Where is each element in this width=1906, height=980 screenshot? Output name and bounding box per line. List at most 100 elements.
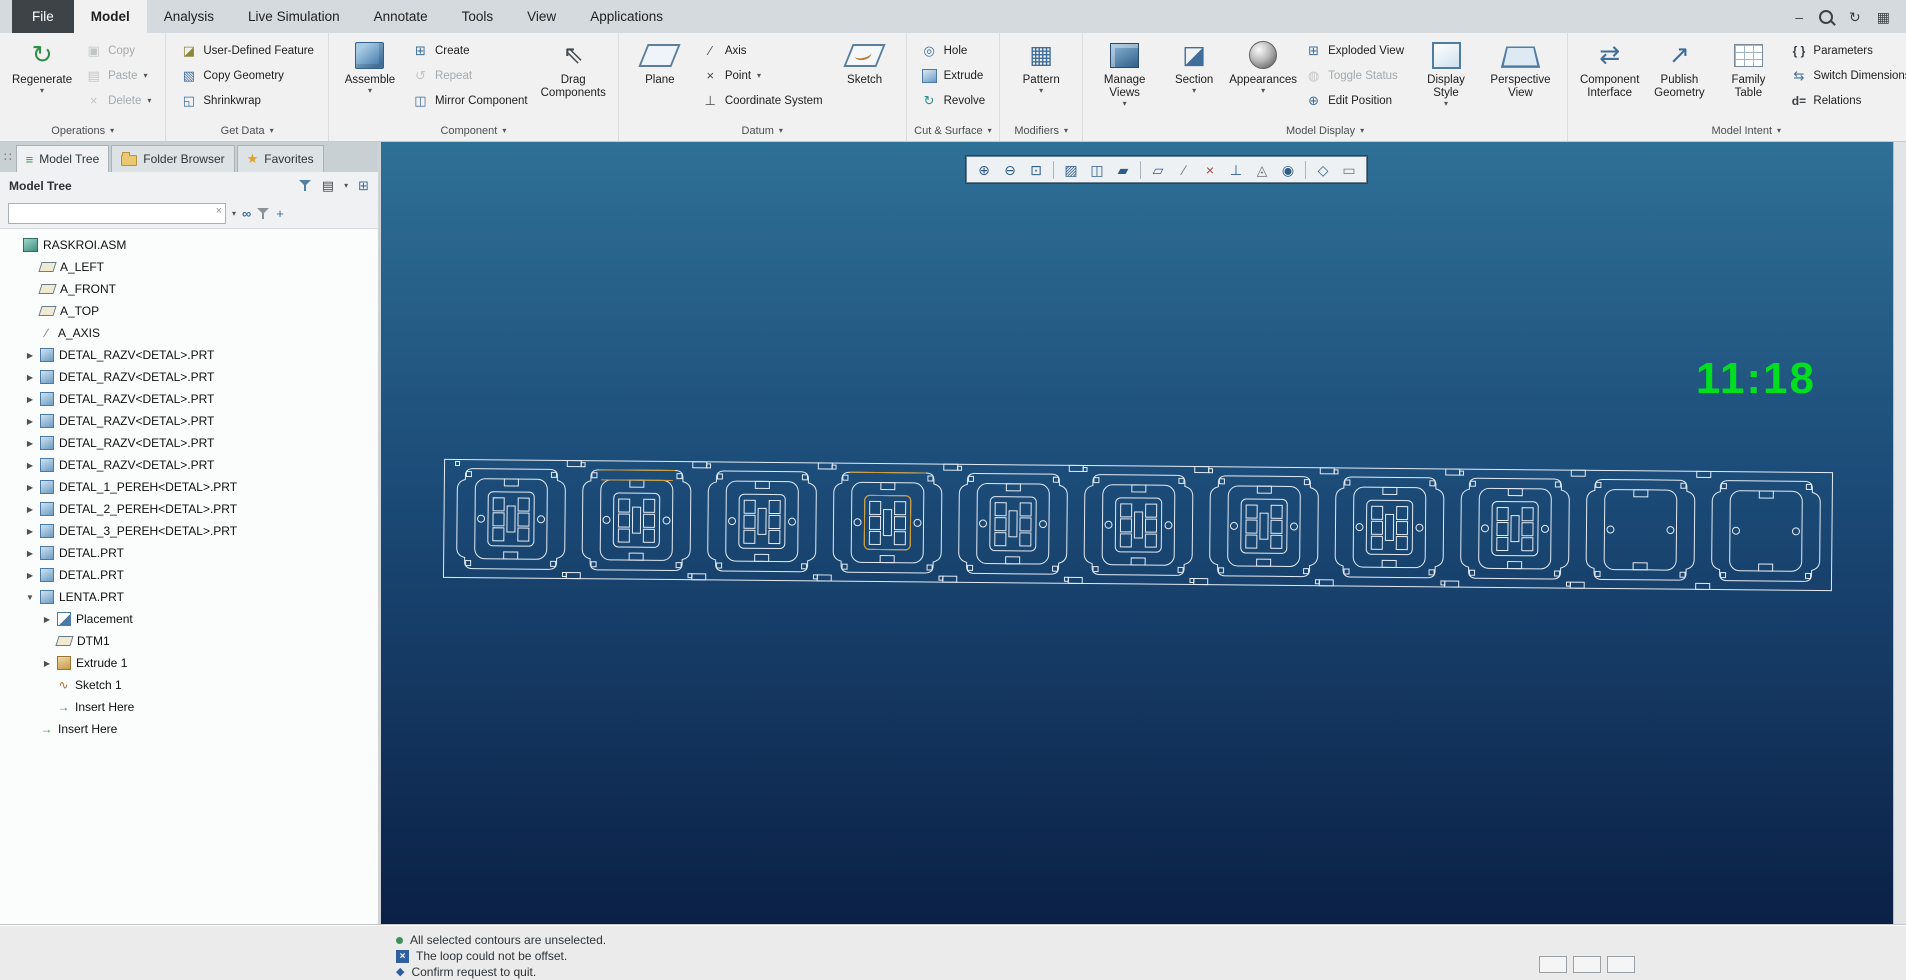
- group-label-datum[interactable]: Datum ▾: [619, 120, 906, 141]
- tree-item[interactable]: ▶ DETAL_1_PEREH<DETAL>.PRT: [0, 476, 378, 498]
- group-label-model-intent[interactable]: Model Intent ▾: [1568, 120, 1906, 141]
- tree-columns-icon[interactable]: ⊞: [358, 179, 369, 192]
- extrude-button[interactable]: Extrude: [915, 63, 992, 88]
- graphics-viewport[interactable]: ⊕ ⊖ ⊡ ▨ ◫ ▰ ▱ ∕ × ⊥ ◬ ◉ ◇ ▭ 11:18: [381, 142, 1894, 925]
- repeat-button[interactable]: ↺ Repeat: [406, 63, 534, 88]
- tab-annotate[interactable]: Annotate: [357, 0, 445, 33]
- tree-item[interactable]: ▶ DETAL_RAZV<DETAL>.PRT: [0, 344, 378, 366]
- shrinkwrap-button[interactable]: ◱ Shrinkwrap: [174, 88, 320, 113]
- tab-applications[interactable]: Applications: [573, 0, 680, 33]
- tree-item[interactable]: ▶ Extrude 1: [0, 652, 378, 674]
- expand-arrow-icon[interactable]: ▶: [42, 659, 52, 668]
- minimize-ribbon-icon[interactable]: –: [1795, 10, 1803, 24]
- refresh-icon[interactable]: ↻: [1849, 10, 1861, 24]
- create-component-button[interactable]: ⊞ Create: [406, 38, 534, 63]
- search-icon[interactable]: [1819, 9, 1834, 24]
- tree-item[interactable]: ▶ DETAL_RAZV<DETAL>.PRT: [0, 366, 378, 388]
- copy-geometry-button[interactable]: ▧ Copy Geometry: [174, 63, 320, 88]
- expand-arrow-icon[interactable]: ▶: [42, 615, 52, 624]
- display-style-button[interactable]: Display Style ▾: [1413, 37, 1479, 108]
- tree-item[interactable]: ▶ DETAL.PRT: [0, 542, 378, 564]
- point-button[interactable]: × Point ▾: [696, 63, 829, 88]
- annotation-display-button[interactable]: ◬: [1250, 159, 1274, 180]
- axis-display-button[interactable]: ∕: [1172, 159, 1196, 180]
- group-label-cut-surface[interactable]: Cut & Surface ▾: [907, 120, 1000, 141]
- user-defined-feature-button[interactable]: ◪ User-Defined Feature: [174, 38, 320, 63]
- tree-item[interactable]: A_TOP: [0, 300, 378, 322]
- regenerate-button[interactable]: ↻ Regenerate ▾: [8, 37, 76, 95]
- group-label-component[interactable]: Component ▾: [329, 120, 618, 141]
- expand-arrow-icon[interactable]: ▶: [25, 549, 35, 558]
- panel-grip-icon[interactable]: ∷: [4, 150, 12, 164]
- group-label-modifiers[interactable]: Modifiers ▾: [1000, 120, 1082, 141]
- refit-button[interactable]: ⊡: [1024, 159, 1048, 180]
- tree-item[interactable]: ▶ DETAL_RAZV<DETAL>.PRT: [0, 410, 378, 432]
- find-binoculars-icon[interactable]: ∞: [242, 207, 251, 220]
- tree-view-options-icon[interactable]: ▤: [322, 179, 334, 192]
- panel-tab-folder-browser[interactable]: Folder Browser: [111, 145, 235, 172]
- tree-item[interactable]: A_FRONT: [0, 278, 378, 300]
- switch-dimensions-button[interactable]: ⇆ Switch Dimensions: [1784, 63, 1906, 88]
- csys-display-button[interactable]: ⊥: [1224, 159, 1248, 180]
- component-interface-button[interactable]: ⇄ Component Interface: [1576, 37, 1643, 100]
- axis-button[interactable]: ∕ Axis: [696, 38, 829, 63]
- relations-button[interactable]: d= Relations: [1784, 88, 1906, 113]
- revolve-button[interactable]: ↻ Revolve: [915, 88, 992, 113]
- tab-view[interactable]: View: [510, 0, 573, 33]
- tree-item[interactable]: ▶ DETAL_RAZV<DETAL>.PRT: [0, 388, 378, 410]
- panel-tab-favorites[interactable]: ★ Favorites: [236, 145, 324, 172]
- expand-arrow-icon[interactable]: ▶: [25, 571, 35, 580]
- expand-arrow-icon[interactable]: ▶: [25, 395, 35, 404]
- collapse-arrow-icon[interactable]: ▼: [25, 593, 35, 602]
- expand-arrow-icon[interactable]: ▶: [25, 417, 35, 426]
- dragger-button[interactable]: ◇: [1311, 159, 1335, 180]
- grid-menu-icon[interactable]: ▦: [1877, 10, 1890, 24]
- tree-item[interactable]: A_LEFT: [0, 256, 378, 278]
- group-label-get-data[interactable]: Get Data ▾: [166, 120, 328, 141]
- coordinate-system-button[interactable]: ⊥ Coordinate System: [696, 88, 829, 113]
- tab-tools[interactable]: Tools: [445, 0, 511, 33]
- filter-icon[interactable]: [257, 207, 270, 220]
- tree-item[interactable]: ▶ DETAL_2_PEREH<DETAL>.PRT: [0, 498, 378, 520]
- tree-item[interactable]: ▶ DETAL_RAZV<DETAL>.PRT: [0, 432, 378, 454]
- tab-model[interactable]: Model: [73, 0, 147, 33]
- tree-item[interactable]: RASKROI.ASM: [0, 234, 378, 256]
- plane-button[interactable]: Plane: [627, 37, 693, 87]
- status-mini-control[interactable]: [1539, 956, 1567, 973]
- status-mini-control[interactable]: [1573, 956, 1601, 973]
- family-table-button[interactable]: Family Table: [1715, 37, 1781, 100]
- mirror-component-button[interactable]: ◫ Mirror Component: [406, 88, 534, 113]
- chevron-down-icon[interactable]: ▾: [344, 181, 348, 190]
- spin-center-button[interactable]: ◉: [1276, 159, 1300, 180]
- tab-live-simulation[interactable]: Live Simulation: [231, 0, 357, 33]
- assemble-button[interactable]: Assemble ▾: [337, 37, 403, 95]
- expand-arrow-icon[interactable]: ▶: [25, 351, 35, 360]
- saved-views-button[interactable]: ▰: [1111, 159, 1135, 180]
- cad-drawing[interactable]: [441, 452, 1837, 608]
- tree-item-insert-here[interactable]: → Insert Here: [0, 696, 378, 718]
- tab-analysis[interactable]: Analysis: [147, 0, 231, 33]
- group-label-model-display[interactable]: Model Display ▾: [1083, 120, 1567, 141]
- zoom-in-button[interactable]: ⊕: [972, 159, 996, 180]
- add-filter-icon[interactable]: +: [276, 207, 284, 220]
- tree-filter-icon[interactable]: [298, 179, 312, 192]
- tree-item-insert-here[interactable]: → Insert Here: [0, 718, 378, 740]
- expand-arrow-icon[interactable]: ▶: [25, 439, 35, 448]
- parameters-button[interactable]: { } Parameters: [1784, 38, 1906, 63]
- tree-item[interactable]: ▶ DETAL.PRT: [0, 564, 378, 586]
- expand-arrow-icon[interactable]: ▶: [25, 527, 35, 536]
- tree-search-input[interactable]: [8, 203, 226, 224]
- sketch-button[interactable]: Sketch: [832, 37, 898, 87]
- tree-item[interactable]: ▶ Placement: [0, 608, 378, 630]
- clear-search-icon[interactable]: ×: [216, 206, 222, 217]
- tree-item[interactable]: ▶ DETAL_3_PEREH<DETAL>.PRT: [0, 520, 378, 542]
- publish-geometry-button[interactable]: ↗ Publish Geometry: [1646, 37, 1712, 100]
- zoom-out-button[interactable]: ⊖: [998, 159, 1022, 180]
- panel-tab-model-tree[interactable]: ≡ Model Tree: [15, 145, 110, 172]
- appearances-button[interactable]: Appearances ▾: [1229, 37, 1297, 95]
- pattern-button[interactable]: ▦ Pattern ▾: [1008, 37, 1074, 95]
- drag-components-button[interactable]: ⇖ Drag Components: [537, 37, 610, 100]
- tree-item[interactable]: ∿ Sketch 1: [0, 674, 378, 696]
- manage-views-button[interactable]: Manage Views ▾: [1091, 37, 1158, 108]
- hole-button[interactable]: ◎ Hole: [915, 38, 992, 63]
